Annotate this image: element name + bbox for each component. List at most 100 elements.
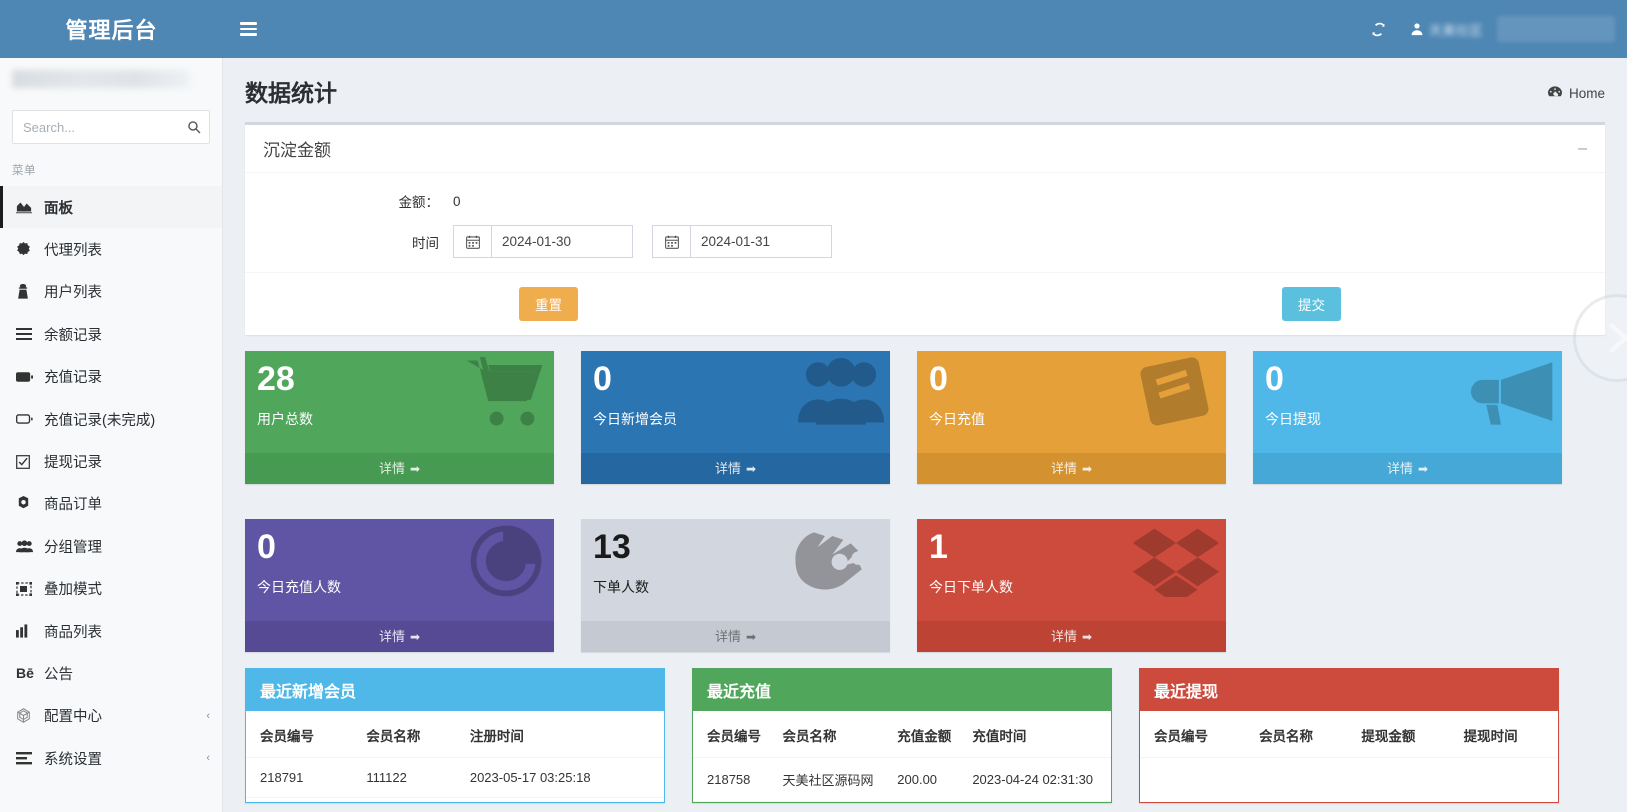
- stat-card-order-user-count: 13 下单人数 详情➡: [581, 519, 890, 652]
- sidebar-item-balance-records[interactable]: 余额记录: [0, 313, 222, 355]
- sidebar-item-announcement[interactable]: Bē 公告: [0, 652, 222, 694]
- admin-dashboard: 管理后台 天美社区: [0, 0, 1627, 812]
- sidebar-item-group-management[interactable]: 分组管理: [0, 525, 222, 567]
- reset-button[interactable]: 重置: [519, 287, 578, 321]
- table-header-row: 会员编号 会员名称 提现金额 提现时间: [1140, 711, 1558, 758]
- end-date-group: [652, 225, 832, 258]
- sidebar-item-recharge-incomplete[interactable]: 充值记录(未完成): [0, 398, 222, 440]
- arrow-circle-right-icon: ➡: [746, 462, 756, 476]
- minus-icon[interactable]: –: [1578, 141, 1587, 157]
- sidebar-item-recharge-records[interactable]: 充值记录: [0, 356, 222, 398]
- page-title: 数据统计: [245, 74, 337, 108]
- sidebar-item-product-list[interactable]: 商品列表: [0, 610, 222, 652]
- column-header: 会员名称: [1251, 711, 1353, 758]
- header-blurred-box[interactable]: [1497, 16, 1615, 42]
- column-header: 提现时间: [1456, 711, 1558, 758]
- deposit-amount-panel: 沉淀金额 – 金额： 0 时间: [245, 122, 1605, 335]
- card-detail-link[interactable]: 详情 ➡: [581, 453, 890, 484]
- arrow-circle-right-icon: ➡: [746, 630, 756, 644]
- sidebar-item-agent-list[interactable]: 代理列表: [0, 228, 222, 270]
- sidebar-item-product-orders[interactable]: 商品订单: [0, 483, 222, 525]
- card-detail-link[interactable]: 详情 ➡: [245, 453, 554, 484]
- recent-new-members-box: 最近新增会员 会员编号 会员名称 注册时间 218791 111122 2023…: [245, 668, 665, 803]
- card-label: 今日提现: [1265, 409, 1550, 429]
- card-body: 1 今日下单人数: [917, 519, 1226, 621]
- recent-withdraw-table: 会员编号 会员名称 提现金额 提现时间: [1140, 711, 1558, 758]
- sidebar-item-config-center[interactable]: 配置中心 ‹: [0, 695, 222, 737]
- top-header-bar: 管理后台 天美社区: [0, 0, 1627, 58]
- card-detail-link[interactable]: 详情➡: [1253, 453, 1562, 484]
- card-detail-label: 详情: [379, 461, 405, 476]
- recent-withdraw-box: 最近提现 会员编号 会员名称 提现金额 提现时间: [1139, 668, 1559, 803]
- sidebar-item-label: 系统设置: [44, 748, 102, 769]
- end-date-input[interactable]: [690, 225, 832, 258]
- card-detail-label: 详情: [715, 461, 741, 476]
- card-value: 0: [593, 362, 878, 396]
- cell-register-time: 2023-05-17 03:25:18: [462, 758, 664, 798]
- panel-header: 沉淀金额 –: [245, 125, 1605, 173]
- table-title: 最近提现: [1140, 668, 1558, 711]
- arrow-circle-right-icon: ➡: [410, 630, 420, 644]
- calendar-icon[interactable]: [453, 225, 491, 258]
- sidebar-item-system-settings[interactable]: 系统设置 ‹: [0, 737, 222, 779]
- hamburger-bars: [240, 19, 257, 39]
- stat-card-recharge-today: 0 今日充值 详情➡: [917, 351, 1226, 484]
- amount-value: 0: [453, 194, 461, 209]
- table-row[interactable]: 218758 天美社区源码网 200.00 2023-04-24 02:31:3…: [693, 758, 1111, 802]
- card-body: 0 今日提现: [1253, 351, 1562, 453]
- card-label: 下单人数: [593, 577, 878, 597]
- recent-new-members-table: 会员编号 会员名称 注册时间 218791 111122 2023-05-17 …: [246, 711, 664, 798]
- sidebar-item-label: 公告: [44, 663, 73, 684]
- battery-empty-icon: [16, 414, 38, 424]
- card-body: 28 用户总数: [245, 351, 554, 453]
- time-row: 时间: [263, 225, 1587, 258]
- sidebar-item-dashboard[interactable]: 面板: [0, 186, 222, 228]
- card-detail-link[interactable]: 详情 ➡: [917, 621, 1226, 652]
- sidebar-item-withdraw-records[interactable]: 提现记录: [0, 440, 222, 482]
- sliders-icon: [16, 752, 38, 765]
- calendar-icon[interactable]: [652, 225, 690, 258]
- card-detail-link[interactable]: 详情➡: [245, 621, 554, 652]
- card-label: 今日充值人数: [257, 577, 542, 597]
- refresh-icon[interactable]: [1356, 0, 1402, 58]
- start-date-input[interactable]: [491, 225, 633, 258]
- search-icon[interactable]: [179, 111, 209, 143]
- card-label: 今日新增会员: [593, 409, 878, 429]
- cell-recharge-time: 2023-04-24 02:31:30: [964, 758, 1111, 802]
- card-value: 0: [257, 530, 542, 564]
- arrow-circle-right-icon: ➡: [1082, 462, 1092, 476]
- start-date-group: [453, 225, 633, 258]
- panel-footer: 重置 提交: [245, 272, 1605, 335]
- card-detail-link[interactable]: 详情➡: [581, 621, 890, 652]
- brand-logo[interactable]: 管理后台: [0, 0, 223, 58]
- column-header: 提现金额: [1353, 711, 1455, 758]
- panel-title: 沉淀金额: [263, 136, 331, 161]
- sidebar-item-label: 提现记录: [44, 451, 102, 472]
- card-body: 13 下单人数: [581, 519, 890, 621]
- table-row[interactable]: 218791 111122 2023-05-17 03:25:18: [246, 758, 664, 798]
- card-detail-link[interactable]: 详情➡: [917, 453, 1226, 484]
- column-header: 会员名称: [358, 711, 461, 758]
- user-menu[interactable]: 天美社区: [1402, 0, 1491, 58]
- breadcrumb-label[interactable]: Home: [1569, 86, 1605, 101]
- sidebar-item-user-list[interactable]: 用户列表: [0, 271, 222, 313]
- users-icon: [16, 540, 38, 553]
- behance-icon: Bē: [16, 665, 38, 681]
- card-detail-label: 详情: [1051, 629, 1077, 644]
- card-value: 13: [593, 530, 878, 564]
- chevron-left-icon: ‹: [206, 752, 210, 764]
- card-value: 0: [929, 362, 1214, 396]
- signal-icon: [16, 624, 38, 638]
- arrow-circle-right-icon: ➡: [1082, 630, 1092, 644]
- time-label: 时间: [263, 232, 453, 252]
- submit-button[interactable]: 提交: [1282, 287, 1341, 321]
- column-header: 会员名称: [775, 711, 890, 758]
- sidebar-menu: 面板 代理列表 用户列表 余额记录: [0, 186, 222, 779]
- user-icon: [1410, 22, 1424, 36]
- recent-recharge-box: 最近充值 会员编号 会员名称 充值金额 充值时间 218758 天美社区源码网 …: [692, 668, 1112, 803]
- battery-full-icon: [16, 372, 38, 382]
- arrow-circle-right-icon: ➡: [410, 462, 420, 476]
- sidebar-item-overlay-mode[interactable]: 叠加模式: [0, 568, 222, 610]
- hamburger-icon[interactable]: [223, 0, 273, 58]
- sidebar-search: [12, 110, 210, 144]
